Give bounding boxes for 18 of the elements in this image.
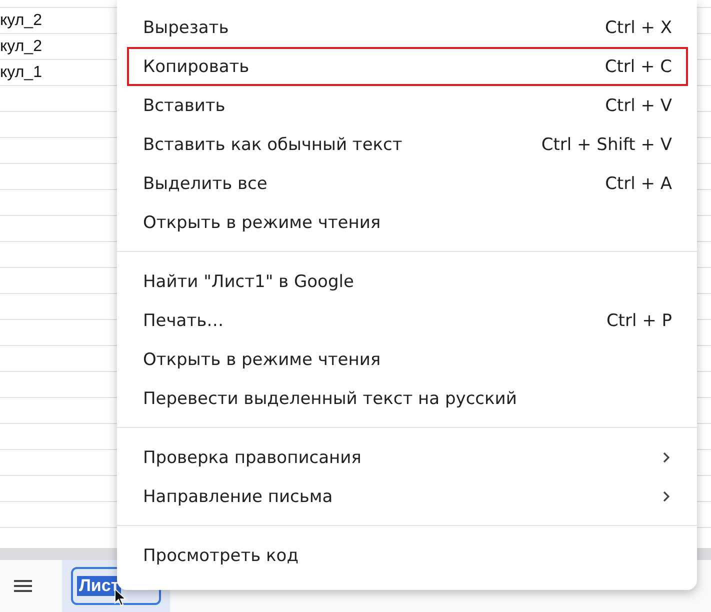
table-cell: кул_1 xyxy=(0,64,42,82)
menu-item[interactable]: Открыть в режиме чтения xyxy=(127,340,688,379)
menu-item[interactable]: Перевести выделенный текст на русский xyxy=(127,379,688,418)
chevron-right-icon xyxy=(663,452,670,463)
menu-item[interactable]: Вырезать Ctrl + X xyxy=(127,8,688,47)
table-cell: кул_2 xyxy=(0,38,42,56)
menu-icon[interactable] xyxy=(14,580,32,592)
chevron-right-icon xyxy=(663,491,670,502)
menu-item[interactable]: Проверка правописания xyxy=(127,438,688,477)
menu-item[interactable]: Печать… Ctrl + P xyxy=(127,301,688,340)
menu-item[interactable]: Копировать Ctrl + C xyxy=(127,47,688,86)
menu-item[interactable]: Вставить Ctrl + V xyxy=(127,86,688,125)
menu-item[interactable]: Выделить все Ctrl + A xyxy=(127,164,688,203)
menu-item[interactable]: Открыть в режиме чтения xyxy=(127,203,688,242)
menu-item[interactable]: Вставить как обычный текст Ctrl + Shift + V xyxy=(127,125,688,164)
table-cell: кул_2 xyxy=(0,12,42,30)
menu-item[interactable]: Найти "Лист1" в Google xyxy=(127,262,688,301)
menu-item[interactable]: Направление письма xyxy=(127,477,688,516)
